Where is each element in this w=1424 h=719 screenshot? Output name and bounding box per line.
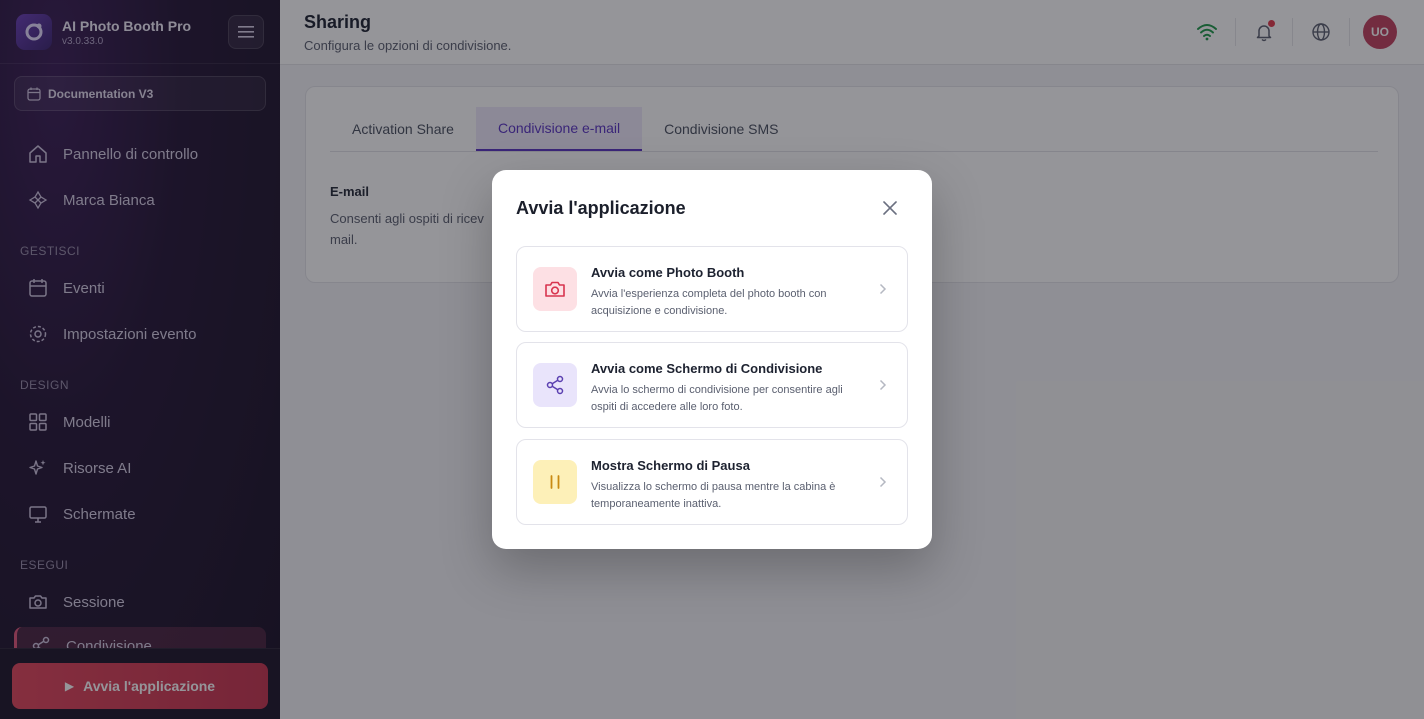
option-description: Avvia lo schermo di condivisione per con… bbox=[591, 384, 843, 413]
launch-app-dialog: Avvia l'applicazione Avvia come Photo Bo… bbox=[492, 170, 932, 549]
option-title: Avvia come Photo Booth bbox=[591, 265, 745, 280]
chevron-right-icon bbox=[875, 473, 891, 491]
option-title: Mostra Schermo di Pausa bbox=[591, 458, 750, 473]
close-icon bbox=[883, 201, 897, 215]
launch-photo-booth-option[interactable]: Avvia come Photo Booth Avvia l'esperienz… bbox=[516, 246, 908, 332]
option-description: Visualizza lo schermo di pausa mentre la… bbox=[591, 481, 836, 510]
chevron-right-icon bbox=[875, 280, 891, 298]
show-pause-screen-option[interactable]: Mostra Schermo di Pausa Visualizza lo sc… bbox=[516, 439, 908, 525]
camera-icon bbox=[533, 267, 577, 311]
option-title: Avvia come Schermo di Condivisione bbox=[591, 361, 823, 376]
share-icon bbox=[533, 363, 577, 407]
close-button[interactable] bbox=[878, 196, 902, 220]
dialog-title: Avvia l'applicazione bbox=[516, 198, 686, 218]
option-description: Avvia l'esperienza completa del photo bo… bbox=[591, 288, 827, 317]
launch-sharing-screen-option[interactable]: Avvia come Schermo di Condivisione Avvia… bbox=[516, 342, 908, 428]
chevron-right-icon bbox=[875, 376, 891, 394]
pause-icon bbox=[533, 460, 577, 504]
